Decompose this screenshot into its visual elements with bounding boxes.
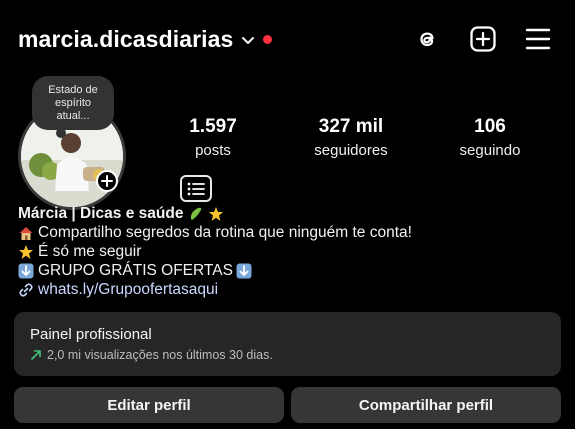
stat-followers[interactable]: 327 mil seguidores [296,116,406,159]
profile-screen: marcia.dicasdiarias Estado de espírito a… [0,0,575,429]
new-post-icon[interactable] [468,24,498,54]
threads-icon[interactable] [412,24,442,54]
stat-value: 327 mil [318,116,384,137]
professional-dashboard[interactable]: Painel profissional 2,0 mi visualizações… [14,312,561,376]
notification-dot [263,35,273,44]
star-icon [209,206,224,221]
edit-profile-button[interactable]: Editar perfil [14,387,284,423]
trend-up-icon [31,350,41,360]
bio: Márcia | Dicas e saúde Compartilho segre… [18,204,558,299]
account-switcher[interactable]: marcia.dicasdiarias [18,26,273,53]
bio-text-1: Compartilho segredos da rotina que ningu… [38,224,412,241]
house-icon [19,226,33,240]
stat-label: seguindo [459,142,521,159]
stat-posts[interactable]: 1.597 posts [158,116,268,159]
panel-title: Painel profissional [30,326,152,343]
list-icon [187,182,205,195]
down-arrow-icon [18,263,34,278]
bio-link[interactable]: whats.ly/Grupoofertasaqui [18,280,558,299]
note-text: Estado de espírito atual... [48,83,98,122]
list-view-button[interactable] [180,175,212,202]
menu-icon[interactable] [523,24,553,54]
share-profile-button[interactable]: Compartilhar perfil [291,387,561,423]
chevron-down-icon [242,36,255,44]
plus-icon [101,175,113,187]
star-icon [19,244,33,259]
stat-value: 106 [474,116,506,137]
stat-following[interactable]: 106 seguindo [435,116,545,159]
down-arrow-icon [236,263,252,278]
bio-line-3: GRUPO GRÁTIS OFERTAS [18,261,558,280]
add-story-button[interactable] [96,170,118,192]
stat-value: 1.597 [189,116,237,137]
top-bar: marcia.dicasdiarias [0,0,575,80]
profile-name: Márcia | Dicas e saúde [18,205,184,222]
bio-text-3: GRUPO GRÁTIS OFERTAS [38,262,233,279]
share-profile-label: Compartilhar perfil [358,396,494,414]
note-tail [56,128,66,138]
panel-subtitle: 2,0 mi visualizações nos últimos 30 dias… [47,348,273,362]
stat-label: seguidores [314,142,388,159]
edit-profile-label: Editar perfil [107,396,191,414]
panel-subtitle-row: 2,0 mi visualizações nos últimos 30 dias… [30,348,545,362]
link-icon [19,282,33,297]
profile-name-line: Márcia | Dicas e saúde [18,204,558,223]
note-bubble[interactable]: Estado de espírito atual... [32,76,114,130]
bio-line-1: Compartilho segredos da rotina que ningu… [18,223,558,242]
bio-link-text: whats.ly/Grupoofertasaqui [38,281,219,298]
username: marcia.dicasdiarias [18,26,234,52]
cucumber-icon [191,207,202,220]
stat-label: posts [195,142,231,159]
bio-line-2: É só me seguir [18,242,558,261]
bio-text-2: É só me seguir [38,243,142,260]
